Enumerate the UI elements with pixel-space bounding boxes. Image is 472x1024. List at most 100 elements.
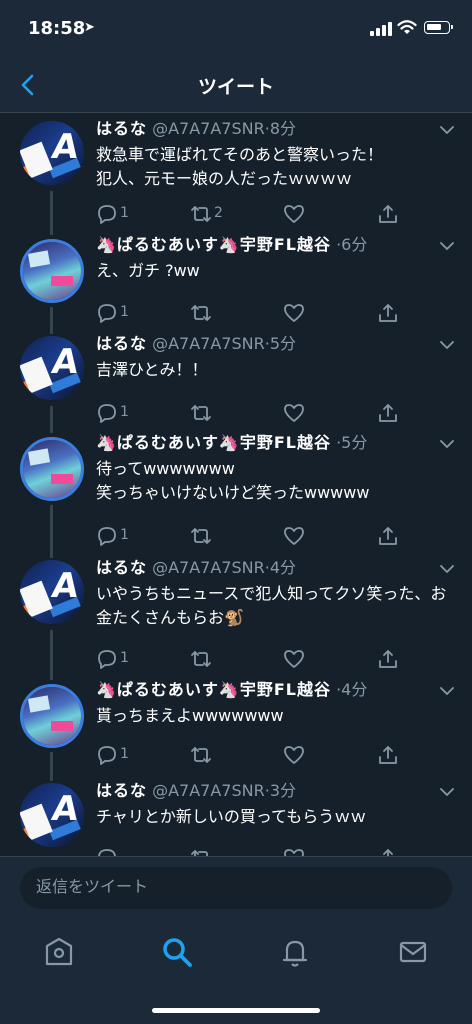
- tweet-timestamp: 8分: [269, 119, 297, 138]
- reply-icon: [98, 404, 116, 423]
- avatar[interactable]: [20, 684, 84, 748]
- retweet-button[interactable]: [190, 744, 212, 766]
- author-handle[interactable]: @A7A7A7SNR: [152, 334, 265, 353]
- author-name[interactable]: 🦄ぱるむあいす🦄宇野FL越谷: [96, 235, 331, 254]
- tweet-text: 貰っちまえよwwwwwww: [96, 706, 284, 725]
- avatar[interactable]: [20, 437, 84, 501]
- chevron-down-icon[interactable]: [440, 686, 454, 696]
- author-handle[interactable]: @A7A7A7SNR: [152, 119, 265, 138]
- bell-icon[interactable]: [279, 936, 311, 968]
- share-button[interactable]: [377, 203, 399, 225]
- tweet[interactable]: 🦄ぱるむあいす🦄宇野FL越谷 ·5分 待ってwwwwwww 笑っちゃいけないけど笑…: [0, 427, 472, 552]
- mail-icon[interactable]: [397, 936, 429, 968]
- tweet-header: 🦄ぱるむあいす🦄宇野FL越谷 ·6分: [96, 235, 432, 255]
- tweet-actions: 1: [96, 302, 416, 324]
- tweet-header: 🦄ぱるむあいす🦄宇野FL越谷 ·5分: [96, 433, 432, 453]
- home-indicator: [152, 1008, 320, 1013]
- tweet-header: はるな @A7A7A7SNR·8分: [96, 119, 432, 139]
- avatar[interactable]: A: [20, 336, 84, 400]
- avatar[interactable]: [20, 239, 84, 303]
- retweet-icon: [191, 747, 211, 763]
- like-icon: [284, 849, 304, 856]
- tweet-text: 吉澤ひとみ！！: [96, 360, 208, 379]
- author-handle[interactable]: @A7A7A7SNR: [152, 781, 265, 800]
- chevron-down-icon[interactable]: [440, 340, 454, 350]
- reply-input[interactable]: [20, 867, 452, 909]
- chevron-down-icon[interactable]: [440, 125, 454, 135]
- retweet-button[interactable]: [190, 302, 212, 324]
- tweet[interactable]: A はるな @A7A7A7SNR·4分 いやうちもニュースで犯人知ってクソ笑った、お…: [0, 552, 472, 674]
- chevron-down-icon[interactable]: [440, 564, 454, 574]
- author-name[interactable]: はるな: [96, 558, 147, 577]
- avatar[interactable]: A: [20, 560, 84, 624]
- like-button[interactable]: [283, 402, 305, 424]
- avatar[interactable]: A: [20, 783, 84, 847]
- home-icon[interactable]: [43, 936, 75, 968]
- tweet[interactable]: A はるな @A7A7A7SNR·8分 救急車で運ばれてそのあと警察いった！ 犯人、…: [0, 113, 472, 229]
- reply-button[interactable]: 1: [96, 648, 129, 670]
- chevron-down-icon[interactable]: [440, 787, 454, 797]
- retweet-button[interactable]: [190, 847, 212, 856]
- author-handle[interactable]: @A7A7A7SNR: [152, 558, 265, 577]
- reply-button[interactable]: 1: [96, 525, 129, 547]
- reply-icon: [98, 650, 116, 669]
- author-name[interactable]: はるな: [96, 781, 147, 800]
- chevron-down-icon[interactable]: [440, 241, 454, 251]
- tweet[interactable]: A はるな @A7A7A7SNR·5分 吉澤ひとみ！！ 1: [0, 328, 472, 427]
- author-name[interactable]: はるな: [96, 119, 147, 138]
- author-name[interactable]: 🦄ぱるむあいす🦄宇野FL越谷: [96, 433, 331, 452]
- reply-icon: [98, 746, 116, 765]
- reply-button[interactable]: [96, 847, 118, 856]
- like-button[interactable]: [283, 847, 305, 856]
- share-button[interactable]: [377, 525, 399, 547]
- chevron-down-icon[interactable]: [440, 439, 454, 449]
- tweet-text: チャリとか新しいの買ってもらうｗｗ: [96, 807, 367, 826]
- share-icon: [383, 849, 393, 856]
- retweet-button[interactable]: [190, 402, 212, 424]
- retweet-icon: [191, 305, 211, 321]
- like-icon: [284, 650, 304, 668]
- tweet-timestamp: 4分: [341, 680, 368, 699]
- share-icon: [379, 304, 397, 322]
- share-icon: [379, 527, 397, 545]
- reply-button[interactable]: 1: [96, 402, 129, 424]
- author-name[interactable]: 🦄ぱるむあいす🦄宇野FL越谷: [96, 680, 331, 699]
- reply-button[interactable]: 1: [96, 302, 129, 324]
- avatar[interactable]: A: [20, 121, 84, 185]
- like-button[interactable]: [283, 525, 305, 547]
- wifi-icon: [397, 20, 417, 34]
- share-button[interactable]: [377, 744, 399, 766]
- like-button[interactable]: [283, 203, 305, 225]
- tweet-text: いやうちもニュースで犯人知ってクソ笑った、お金たくさんもらお🐒: [96, 584, 447, 627]
- tweet[interactable]: 🦄ぱるむあいす🦄宇野FL越谷 ·4分 貰っちまえよwwwwwww 1: [0, 674, 472, 775]
- share-button[interactable]: [377, 302, 399, 324]
- search-icon[interactable]: [161, 936, 193, 968]
- location-icon: ➤: [84, 20, 95, 35]
- share-button[interactable]: [377, 402, 399, 424]
- retweet-button[interactable]: [190, 525, 212, 547]
- retweet-icon: [191, 528, 211, 544]
- tweet-actions: 1: [96, 648, 416, 670]
- tweet-actions: [96, 847, 416, 856]
- like-button[interactable]: [283, 302, 305, 324]
- page-title: ツイート: [197, 76, 274, 98]
- like-icon: [284, 205, 304, 223]
- like-icon: [284, 527, 304, 545]
- reply-button[interactable]: 1: [96, 744, 129, 766]
- tweet[interactable]: A はるな @A7A7A7SNR·3分 チャリとか新しいの買ってもらうｗｗ: [0, 775, 472, 856]
- signal-icon: [370, 22, 392, 36]
- reply-button[interactable]: 1: [96, 203, 129, 225]
- share-button[interactable]: [377, 847, 399, 856]
- like-button[interactable]: [283, 744, 305, 766]
- tweet-timestamp: 5分: [341, 433, 368, 452]
- author-name[interactable]: はるな: [96, 334, 147, 353]
- share-button[interactable]: [377, 648, 399, 670]
- retweet-button[interactable]: 2: [190, 203, 223, 225]
- reply-icon: [98, 527, 116, 546]
- tweet[interactable]: 🦄ぱるむあいす🦄宇野FL越谷 ·6分 え、ガチ ?ww 1: [0, 229, 472, 328]
- retweet-button[interactable]: [190, 648, 212, 670]
- retweet-icon: [191, 206, 211, 222]
- like-icon: [284, 404, 304, 422]
- like-button[interactable]: [283, 648, 305, 670]
- reply-count: 1: [120, 650, 129, 666]
